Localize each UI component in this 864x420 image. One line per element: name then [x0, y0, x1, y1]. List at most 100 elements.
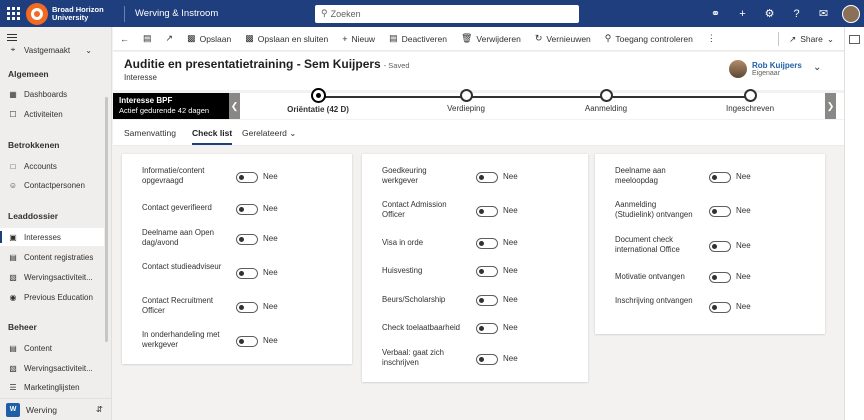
lightbulb-icon[interactable]: ⚭: [702, 0, 729, 27]
record-header: Auditie en presentatietraining - Sem Kui…: [113, 52, 844, 90]
toggle-switch[interactable]: [476, 266, 498, 277]
toggle-switch[interactable]: [476, 172, 498, 183]
university-logo[interactable]: Broad Horizon University: [26, 2, 116, 25]
chevron-down-icon: ⌄: [289, 128, 297, 138]
toggle-switch[interactable]: [236, 336, 258, 347]
back-arrow-icon: ←: [120, 33, 129, 44]
area-label: Werving: [26, 404, 58, 415]
toggle-switch[interactable]: [709, 172, 731, 183]
bpf-next-button[interactable]: ❯: [825, 93, 836, 119]
bpf-active-panel[interactable]: Interesse BPF Actief gedurende 42 dagen: [113, 93, 229, 119]
nav-scrollbar[interactable]: [105, 97, 108, 342]
accounts-icon: □: [10, 161, 16, 171]
owner-field[interactable]: Rob Kuijpers Eigenaar: [729, 60, 802, 78]
nav-group-algemeen: Algemeen: [8, 69, 49, 79]
nav-item-dashboards[interactable]: ▦ Dashboards: [0, 85, 104, 103]
gear-icon[interactable]: ⚙: [756, 0, 783, 27]
toggle-switch[interactable]: [236, 302, 258, 313]
bpf-stage-orientatie[interactable]: Oriëntatie (42 D): [258, 88, 378, 114]
side-pane-icon[interactable]: [849, 35, 860, 44]
logo-icon: [26, 2, 48, 25]
new-button[interactable]: + Nieuw: [335, 27, 382, 51]
nav-item-pinned[interactable]: ⌖ Vastgemaakt ⌄: [0, 41, 104, 59]
nav-item-activiteiten[interactable]: ☐ Activiteiten: [0, 105, 104, 123]
form-tabs: Samenvatting Check list Gerelateerd ⌄: [113, 120, 844, 146]
help-icon[interactable]: ?: [783, 0, 810, 27]
chevron-updown-icon: ⇵: [95, 404, 103, 414]
pin-icon: ⌖: [10, 45, 16, 54]
area-switcher[interactable]: W Werving ⇵: [0, 398, 111, 420]
chevron-down-icon: ⌄: [826, 33, 834, 44]
record-title: Auditie en presentatietraining - Sem Kui…: [124, 57, 410, 71]
toggle-switch[interactable]: [709, 302, 731, 313]
nav-item-marketinglijsten[interactable]: ☰ Marketinglijsten: [0, 378, 104, 396]
logo-line2: University: [52, 12, 89, 22]
bpf-stage-aanmelding[interactable]: Aanmelding: [546, 89, 666, 113]
deactivate-button[interactable]: ▤ Deactiveren: [382, 27, 454, 51]
checklist-section-2: Goedkeuring werkgever Nee Contact Admiss…: [362, 154, 588, 382]
toggle-switch[interactable]: [476, 238, 498, 249]
nav-item-content[interactable]: ▤ Content: [0, 339, 104, 357]
nav-item-interesses[interactable]: ▣ Interesses: [0, 228, 104, 246]
checklist-section-1: Informatie/content opgevraagd Nee Contac…: [122, 154, 352, 364]
nav-item-wervingsactiviteiten-beheer[interactable]: ▧ Wervingsactiviteit...: [0, 359, 104, 377]
search-input[interactable]: ⚲ Zoeken: [315, 4, 579, 23]
check-access-button[interactable]: ⚲ Toegang controleren: [598, 27, 700, 51]
nav-item-contactpersonen[interactable]: ☺ Contactpersonen: [0, 176, 104, 194]
tab-samenvatting[interactable]: Samenvatting: [124, 128, 176, 138]
toggle-switch[interactable]: [236, 172, 258, 183]
left-navigation: ⌖ Vastgemaakt ⌄ Algemeen ▦ Dashboards ☐ …: [0, 27, 112, 420]
nav-item-content-registraties[interactable]: ▤ Content registraties: [0, 248, 104, 266]
back-button[interactable]: ←: [113, 27, 136, 51]
tab-check-list[interactable]: Check list: [192, 128, 233, 145]
deactivate-icon: ▤: [389, 33, 398, 43]
user-avatar[interactable]: [837, 0, 864, 27]
toggle-switch[interactable]: [476, 295, 498, 306]
toggle-switch[interactable]: [476, 323, 498, 334]
app-launcher-button[interactable]: [0, 0, 26, 27]
bpf-progress-line: [318, 96, 750, 98]
owner-name[interactable]: Rob Kuijpers: [752, 61, 802, 70]
chevron-right-icon: ❯: [826, 100, 835, 111]
business-process-flow: Interesse BPF Actief gedurende 42 dagen …: [113, 88, 844, 119]
delete-button[interactable]: 🗑 Verwijderen: [454, 27, 528, 51]
checklist-section-3: Deelname aan meeloopdag Nee Aanmelding (…: [595, 154, 825, 334]
nav-item-accounts[interactable]: □ Accounts: [0, 157, 104, 175]
tab-gerelateerd[interactable]: Gerelateerd ⌄: [242, 128, 296, 139]
stage-dot: [743, 89, 757, 102]
refresh-button[interactable]: ↻ Vernieuwen: [528, 27, 598, 51]
nav-item-previous-education[interactable]: ◉ Previous Education: [0, 288, 104, 306]
app-name[interactable]: Werving & Instroom: [135, 8, 315, 19]
toggle-switch[interactable]: [236, 204, 258, 215]
nav-item-wervingsactiviteiten[interactable]: ▧ Wervingsactiviteit...: [0, 268, 104, 286]
nav-group-betrokkenen: Betrokkenen: [8, 140, 60, 150]
nav-group-leaddossier: Leaddossier: [8, 211, 59, 221]
toggle-switch[interactable]: [709, 206, 731, 217]
dashboard-icon: ▦: [9, 89, 17, 99]
bpf-title: Interesse BPF: [119, 96, 173, 105]
toggle-switch[interactable]: [709, 241, 731, 252]
content-reg-icon: ▤: [9, 252, 17, 262]
more-commands-button[interactable]: ⋮: [700, 27, 723, 51]
save-close-button[interactable]: ▩ Opslaan en sluiten: [238, 27, 335, 51]
content-icon: ▤: [9, 343, 17, 353]
toggle-switch[interactable]: [476, 354, 498, 365]
toggle-switch[interactable]: [236, 234, 258, 245]
header-expand-chevron-icon[interactable]: ⌄: [813, 62, 821, 73]
save-button[interactable]: ▩ Opslaan: [180, 27, 238, 51]
record-set-button[interactable]: ▤: [136, 27, 159, 51]
feedback-icon[interactable]: ✉: [810, 0, 837, 27]
plus-icon[interactable]: +: [729, 0, 756, 27]
bpf-prev-button[interactable]: ❮: [229, 93, 240, 119]
popout-button[interactable]: ↗: [159, 27, 181, 51]
more-icon: ⋮: [706, 33, 716, 43]
bpf-stage-ingeschreven[interactable]: Ingeschreven: [690, 89, 810, 113]
toggle-switch[interactable]: [476, 206, 498, 217]
bpf-stage-verdieping[interactable]: Verdieping: [406, 89, 526, 113]
nav-group-beheer: Beheer: [8, 322, 37, 332]
interest-icon: ▣: [9, 232, 17, 242]
share-button[interactable]: ↗ Share ⌄: [778, 27, 834, 51]
toggle-switch[interactable]: [236, 268, 258, 279]
toggle-switch[interactable]: [709, 272, 731, 283]
education-icon: ◉: [9, 292, 17, 302]
